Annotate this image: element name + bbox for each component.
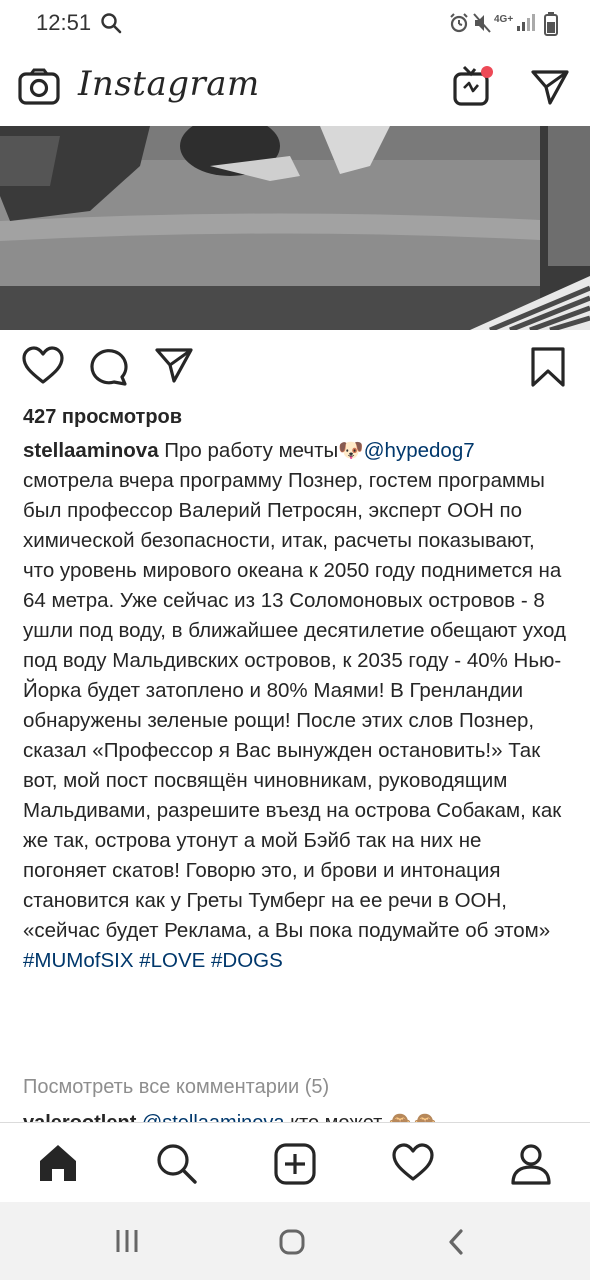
mute-icon	[472, 12, 492, 39]
signal-icon	[516, 12, 536, 37]
profile-icon[interactable]	[510, 1143, 552, 1190]
home-icon[interactable]	[38, 1143, 78, 1188]
instagram-logo: Instagram	[78, 64, 260, 104]
home-button[interactable]	[278, 1228, 306, 1261]
post-image[interactable]	[0, 126, 590, 330]
view-count[interactable]: 427 просмотров	[23, 406, 182, 429]
first-comment: valerootlent @stellaaminova кто может 🙈🙈	[23, 1108, 568, 1122]
post-caption: stellaaminova Про работу мечты🐶@hypedog7…	[23, 436, 568, 976]
back-button[interactable]	[446, 1228, 466, 1261]
app-header: Instagram	[0, 48, 590, 126]
hashtag-link[interactable]: #DOGS	[211, 949, 283, 972]
new-post-icon[interactable]	[274, 1143, 316, 1190]
activity-icon[interactable]	[392, 1143, 434, 1188]
igtv-icon[interactable]	[452, 64, 494, 113]
comment-mention[interactable]: @stellaaminova	[142, 1112, 285, 1122]
like-icon[interactable]	[22, 346, 64, 391]
caption-intro: Про работу мечты	[164, 439, 339, 462]
direct-message-icon[interactable]	[530, 68, 570, 111]
search-icon	[100, 12, 122, 39]
comment-icon[interactable]	[88, 346, 128, 391]
view-all-comments-link[interactable]: Посмотреть все комментарии (5)	[23, 1076, 329, 1099]
hashtag-link[interactable]: #LOVE	[139, 949, 205, 972]
comment-emoji: 🙈🙈	[388, 1112, 438, 1122]
alarm-icon	[448, 12, 470, 39]
share-icon[interactable]	[154, 346, 194, 389]
hashtag-link[interactable]: #MUMofSIX	[23, 949, 134, 972]
dog-emoji: 🐶	[338, 439, 364, 462]
bottom-navigation	[0, 1122, 590, 1203]
caption-body: смотрела вчера программу Познер, гостем …	[23, 469, 566, 942]
caption-username[interactable]: stellaaminova	[23, 439, 159, 462]
system-navigation	[0, 1202, 590, 1280]
post-actions	[0, 340, 590, 400]
caption-mention[interactable]: @hypedog7	[364, 439, 475, 462]
status-bar: 12:51 4G+	[0, 0, 590, 48]
save-icon[interactable]	[530, 346, 566, 393]
camera-icon[interactable]	[18, 68, 60, 111]
network-type: 4G+	[494, 14, 514, 25]
recents-button[interactable]	[114, 1228, 140, 1259]
status-time: 12:51	[36, 10, 92, 35]
battery-icon	[544, 12, 558, 41]
comment-text: кто может	[290, 1112, 382, 1122]
comment-username[interactable]: valerootlent	[23, 1112, 136, 1122]
search-icon[interactable]	[156, 1143, 198, 1190]
